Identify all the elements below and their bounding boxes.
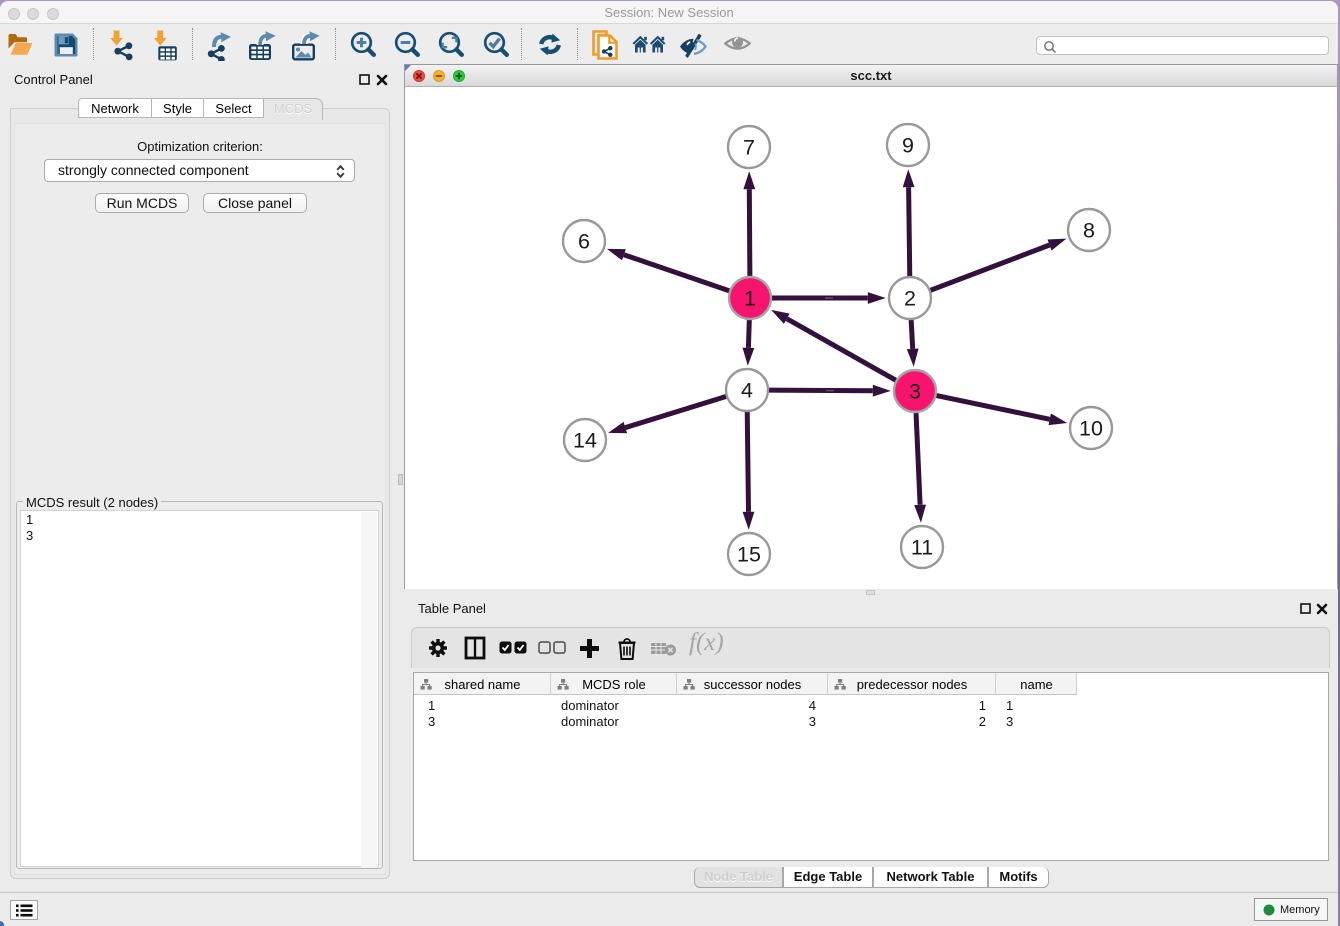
svg-text:1: 1 bbox=[744, 287, 756, 311]
svg-text:4: 4 bbox=[741, 379, 753, 403]
svg-text:7: 7 bbox=[743, 136, 755, 160]
svg-text:11: 11 bbox=[911, 536, 933, 560]
svg-text:9: 9 bbox=[902, 134, 914, 158]
svg-text:15: 15 bbox=[737, 543, 761, 567]
svg-text:8: 8 bbox=[1083, 219, 1095, 243]
svg-text:14: 14 bbox=[573, 429, 597, 453]
svg-text:10: 10 bbox=[1079, 417, 1103, 441]
svg-text:2: 2 bbox=[904, 287, 916, 311]
svg-text:3: 3 bbox=[909, 380, 921, 404]
svg-text:6: 6 bbox=[578, 230, 590, 254]
